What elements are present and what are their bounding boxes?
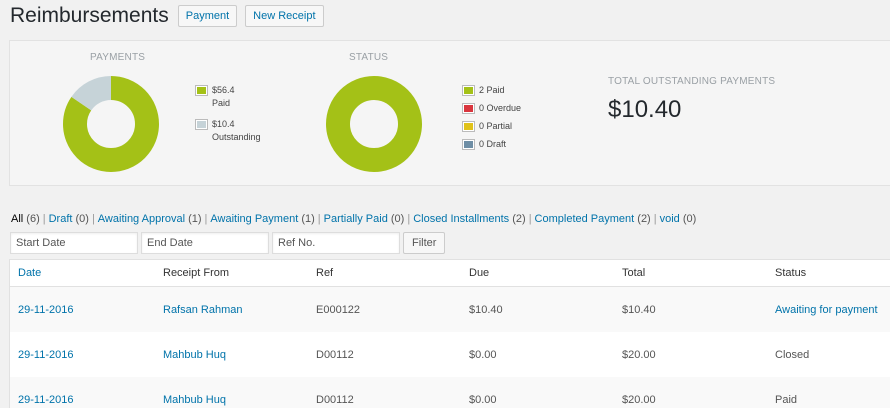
filter-count: (6) bbox=[23, 213, 40, 225]
legend-item-status-paid: 2 Paid bbox=[462, 85, 521, 103]
filter-link-awaiting-payment[interactable]: Awaiting Payment bbox=[210, 213, 298, 225]
row-receipt-from-link[interactable]: Mahbub Huq bbox=[163, 349, 316, 361]
table-header: Date Receipt From Ref Due Total Status bbox=[10, 260, 890, 287]
status-slice-0 bbox=[326, 76, 422, 172]
column-header-status: Status bbox=[775, 267, 807, 279]
filter-link-completed-payment[interactable]: Completed Payment bbox=[535, 213, 635, 225]
status-legend: 2 Paid 0 Overdue 0 Partial 0 Draft bbox=[462, 85, 522, 157]
legend-label-status-draft: 0 Draft bbox=[479, 139, 507, 149]
table-row: 29-11-2016 Rafsan Rahman E000122 $10.40 … bbox=[10, 287, 890, 332]
column-header-due: Due bbox=[469, 267, 490, 279]
filter-count: (0) bbox=[387, 213, 405, 225]
legend-swatch-status-overdue bbox=[462, 103, 475, 114]
status-filter-links: All (6) | Draft (0) | Awaiting Approval (1) |… bbox=[11, 213, 696, 225]
filter-link-awaiting-approval[interactable]: Awaiting Approval bbox=[98, 213, 185, 225]
row-ref: D00112 bbox=[316, 393, 354, 406]
legend-amount-outstanding: $10.4 bbox=[212, 119, 235, 129]
column-header-receipt-from: Receipt From bbox=[163, 267, 230, 279]
filter-link-draft[interactable]: Draft bbox=[49, 213, 73, 225]
row-due: $0.00 bbox=[469, 348, 497, 361]
total-outstanding-value: $10.40 bbox=[608, 96, 682, 123]
filter-count: (1) bbox=[298, 213, 315, 225]
filter-row: Filter bbox=[10, 232, 446, 254]
new-receipt-button[interactable]: New Receipt bbox=[245, 5, 324, 27]
filter-link-closed-installments[interactable]: Closed Installments bbox=[413, 213, 509, 225]
filter-count: (0) bbox=[679, 213, 697, 225]
filter-separator: | bbox=[91, 213, 95, 225]
end-date-input[interactable] bbox=[141, 232, 269, 254]
row-total: $20.00 bbox=[622, 348, 656, 361]
page-title: Reimbursements bbox=[10, 4, 169, 27]
filter-separator: | bbox=[528, 213, 532, 225]
filter-link-partially-paid[interactable]: Partially Paid bbox=[324, 213, 388, 225]
legend-item-status-draft: 0 Draft bbox=[462, 139, 521, 157]
filter-separator: | bbox=[204, 213, 208, 225]
row-receipt-from-link[interactable]: Mahbub Huq bbox=[163, 394, 316, 406]
total-outstanding-label: TOTAL OUTSTANDING PAYMENTS bbox=[608, 76, 776, 87]
legend-item-outstanding: $10.4 Outstanding bbox=[195, 119, 261, 153]
row-receipt-from-link[interactable]: Rafsan Rahman bbox=[163, 304, 316, 316]
row-total: $10.40 bbox=[622, 303, 656, 316]
legend-label-status-overdue: 0 Overdue bbox=[479, 103, 522, 113]
filter-count: (2) bbox=[509, 213, 526, 225]
filter-button[interactable]: Filter bbox=[403, 232, 446, 254]
table-row: 29-11-2016 Mahbub Huq D00112 $0.00 $20.0… bbox=[10, 377, 890, 408]
payments-legend: $56.4 Paid $10.4 Outstanding bbox=[195, 85, 261, 153]
legend-swatch-status-paid bbox=[462, 85, 475, 96]
legend-label-outstanding: Outstanding bbox=[212, 132, 261, 142]
row-status: Paid bbox=[775, 393, 798, 406]
filter-count: (2) bbox=[634, 213, 651, 225]
status-donut-chart bbox=[326, 76, 422, 172]
reimbursements-table: Date Receipt From Ref Due Total Status 2… bbox=[9, 259, 890, 408]
legend-amount-paid: $56.4 bbox=[212, 85, 235, 95]
row-ref: E000122 bbox=[316, 303, 361, 316]
payments-donut-chart bbox=[63, 76, 159, 172]
row-due: $10.40 bbox=[469, 303, 503, 316]
legend-swatch-status-draft bbox=[462, 139, 475, 150]
row-status: Closed bbox=[775, 348, 810, 361]
legend-swatch-paid bbox=[195, 85, 208, 96]
legend-item-status-overdue: 0 Overdue bbox=[462, 103, 522, 121]
row-ref: D00112 bbox=[316, 348, 354, 361]
table-row: 29-11-2016 Mahbub Huq D00112 $0.00 $20.0… bbox=[10, 332, 890, 377]
row-status-link[interactable]: Awaiting for payment bbox=[775, 304, 890, 316]
legend-item-paid: $56.4 Paid bbox=[195, 85, 261, 119]
legend-label-status-paid: 2 Paid bbox=[479, 85, 505, 95]
row-date-link[interactable]: 29-11-2016 bbox=[10, 394, 163, 406]
column-header-total: Total bbox=[622, 267, 646, 279]
legend-label-status-partial: 0 Partial bbox=[479, 121, 513, 131]
row-date-link[interactable]: 29-11-2016 bbox=[10, 349, 163, 361]
row-total: $20.00 bbox=[622, 393, 656, 406]
row-date-link[interactable]: 29-11-2016 bbox=[10, 304, 163, 316]
filter-separator: | bbox=[317, 213, 321, 225]
payment-button[interactable]: Payment bbox=[177, 5, 238, 27]
status-chart-title: STATUS bbox=[349, 52, 389, 63]
start-date-input[interactable] bbox=[10, 232, 138, 254]
column-header-date[interactable]: Date bbox=[10, 267, 163, 279]
legend-item-status-partial: 0 Partial bbox=[462, 121, 521, 139]
filter-count: (0) bbox=[72, 213, 89, 225]
legend-swatch-status-partial bbox=[462, 121, 475, 132]
column-header-ref: Ref bbox=[316, 267, 334, 279]
legend-swatch-outstanding bbox=[195, 119, 208, 130]
ref-no-input[interactable] bbox=[272, 232, 400, 254]
filter-count: (1) bbox=[185, 213, 202, 225]
filter-separator: | bbox=[407, 213, 411, 225]
summary-panel: PAYMENTS $56.4 Paid $10.4 Outstanding ST… bbox=[9, 40, 890, 186]
page-header: Reimbursements Payment New Receipt bbox=[10, 4, 324, 28]
legend-label-paid: Paid bbox=[212, 98, 231, 108]
filter-separator: | bbox=[42, 213, 46, 225]
filter-separator: | bbox=[653, 213, 657, 225]
row-due: $0.00 bbox=[469, 393, 497, 406]
payments-chart-title: PAYMENTS bbox=[90, 52, 146, 63]
filter-link-void[interactable]: void bbox=[660, 213, 680, 225]
filter-link-all[interactable]: All bbox=[11, 213, 23, 225]
